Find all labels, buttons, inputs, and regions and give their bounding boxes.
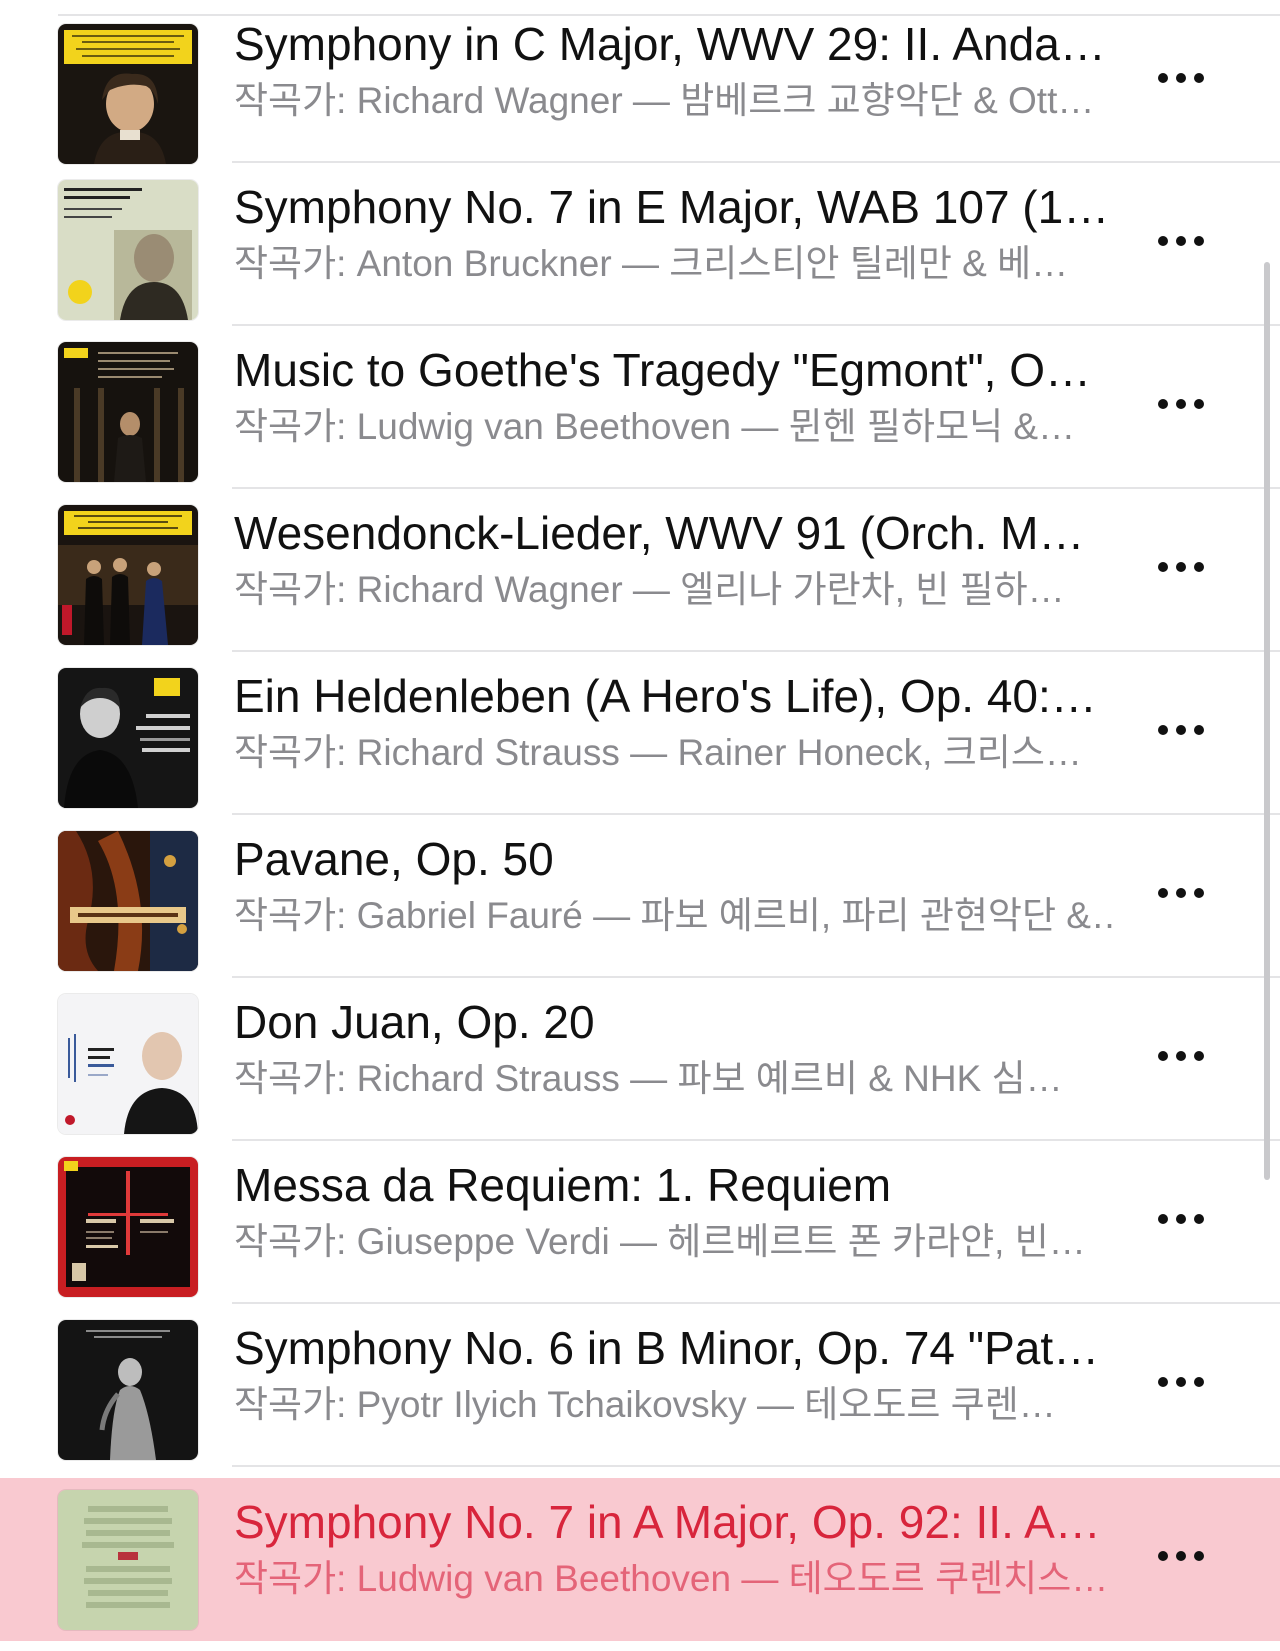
verdi-requiem-album-art — [58, 1157, 198, 1297]
track-title: Symphony No. 7 in E Major, WAB 107 (1… — [234, 181, 1110, 233]
track-title: Ein Heldenleben (A Hero's Life), Op. 40:… — [234, 670, 1097, 722]
track-row[interactable]: Pavane, Op. 50 작곡가: Gabriel Fauré — 파보 예… — [0, 815, 1280, 978]
track-subtitle: 작곡가: Richard Strauss — 파보 예르비 & NHK 심… — [234, 1058, 1063, 1099]
tchaikovsky-pathetique-album-art — [58, 1320, 198, 1460]
track-subtitle: 작곡가: Richard Wagner — 엘리나 가란차, 빈 필하… — [234, 569, 1065, 610]
ellipsis-icon[interactable] — [1158, 560, 1204, 574]
track-subtitle: 작곡가: Richard Wagner — 밤베르크 교향악단 & Ott… — [234, 80, 1095, 121]
ellipsis-icon[interactable] — [1158, 1549, 1204, 1563]
row-divider — [232, 1465, 1280, 1467]
ellipsis-icon[interactable] — [1158, 1375, 1204, 1389]
ellipsis-icon[interactable] — [1158, 1212, 1204, 1226]
track-title: Don Juan, Op. 20 — [234, 996, 595, 1048]
track-title: Pavane, Op. 50 — [234, 833, 554, 885]
track-subtitle: 작곡가: Ludwig van Beethoven — 뮌헨 필하모닉 &… — [234, 406, 1076, 447]
heldenleben-album-art — [58, 668, 198, 808]
track-subtitle: 작곡가: Pyotr Ilyich Tchaikovsky — 테오도르 쿠렌… — [234, 1384, 1056, 1425]
track-row[interactable]: Don Juan, Op. 20 작곡가: Richard Strauss — … — [0, 978, 1280, 1141]
beethoven-7-currentzis-album-art — [58, 1490, 198, 1630]
ellipsis-icon[interactable] — [1158, 723, 1204, 737]
ellipsis-icon[interactable] — [1158, 886, 1204, 900]
track-subtitle: 작곡가: Anton Bruckner — 크리스티안 틸레만 & 베… — [234, 243, 1069, 284]
ellipsis-icon[interactable] — [1158, 71, 1204, 85]
track-title: Music to Goethe's Tragedy "Egmont", O… — [234, 344, 1092, 396]
track-row[interactable]: Wesendonck-Lieder, WWV 91 (Orch. M… 작곡가:… — [0, 489, 1280, 652]
track-row[interactable]: Symphony No. 7 in E Major, WAB 107 (1… 작… — [0, 163, 1280, 326]
ellipsis-icon[interactable] — [1158, 234, 1204, 248]
track-subtitle: 작곡가: Giuseppe Verdi — 헤르베르트 폰 카라얀, 빈… — [234, 1221, 1086, 1262]
track-row[interactable]: Symphony in C Major, WWV 29: II. Anda… 작… — [0, 0, 1280, 164]
track-title: Symphony in C Major, WWV 29: II. Anda… — [234, 18, 1106, 70]
don-juan-jarvi-album-art — [58, 994, 198, 1134]
track-subtitle: 작곡가: Gabriel Fauré — 파보 예르비, 파리 관현악단 &… — [234, 895, 1114, 936]
track-subtitle: 작곡가: Richard Strauss — Rainer Honeck, 크리… — [234, 732, 1082, 773]
ellipsis-icon[interactable] — [1158, 1049, 1204, 1063]
track-subtitle: 작곡가: Ludwig van Beethoven — 테오도르 쿠렌치스… — [234, 1558, 1109, 1599]
bruckner-portrait-album-art — [58, 180, 198, 320]
salzburg-concert-album-art — [58, 505, 198, 645]
track-row[interactable]: Messa da Requiem: 1. Requiem 작곡가: Giusep… — [0, 1141, 1280, 1304]
track-row-now-playing[interactable]: Symphony No. 7 in A Major, Op. 92: II. A… — [0, 1478, 1280, 1641]
wagner-portrait-album-art — [58, 24, 198, 164]
track-title: Symphony No. 6 in B Minor, Op. 74 "Pat… — [234, 1322, 1100, 1374]
track-row[interactable]: Symphony No. 6 in B Minor, Op. 74 "Pat… … — [0, 1304, 1280, 1467]
track-row[interactable]: Ein Heldenleben (A Hero's Life), Op. 40:… — [0, 652, 1280, 815]
egmont-dark-album-art — [58, 342, 198, 482]
chill-autumn-classical-album-art — [58, 831, 198, 971]
track-title: Symphony No. 7 in A Major, Op. 92: II. A… — [234, 1496, 1101, 1548]
track-row[interactable]: Music to Goethe's Tragedy "Egmont", O… 작… — [0, 326, 1280, 489]
ellipsis-icon[interactable] — [1158, 397, 1204, 411]
track-title: Wesendonck-Lieder, WWV 91 (Orch. M… — [234, 507, 1085, 559]
track-title: Messa da Requiem: 1. Requiem — [234, 1159, 892, 1211]
scrollbar[interactable] — [1264, 262, 1270, 1180]
